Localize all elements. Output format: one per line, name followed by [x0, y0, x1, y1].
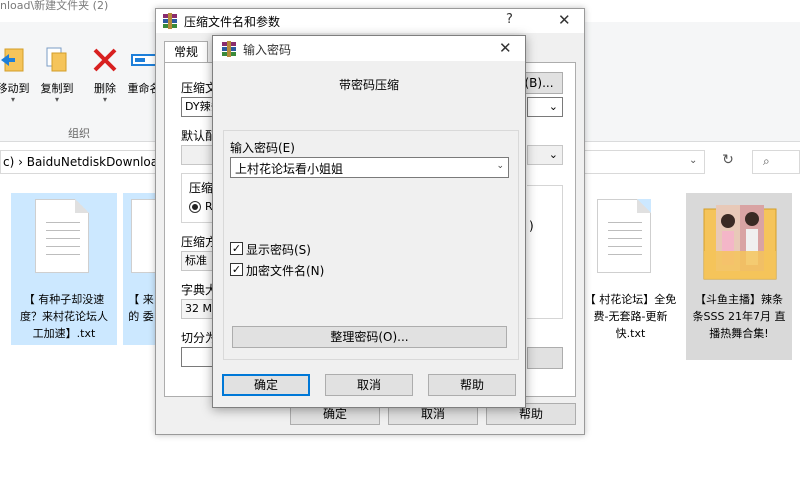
address-path: c) › BaiduNetdiskDownload	[3, 155, 166, 169]
password-value: 上村花论坛看小姐姐	[235, 162, 344, 176]
set-password-button[interactable]	[527, 347, 563, 369]
folder-item[interactable]: 【斗鱼主播】辣条条SSS 21年7月 直播热舞合集!	[686, 193, 792, 360]
chevron-down-icon: ▾	[10, 95, 15, 104]
options-group	[527, 185, 563, 319]
organize-passwords-button[interactable]: 整理密码(O)...	[232, 326, 507, 348]
chevron-down-icon: ▾	[54, 95, 59, 104]
dialog-title: 输入密码	[243, 43, 292, 57]
refresh-icon[interactable]: ↻	[716, 152, 740, 174]
ok-button[interactable]: 确定	[222, 374, 310, 396]
chevron-down-icon: ⌄	[548, 148, 558, 161]
help-button[interactable]: 帮助	[428, 374, 516, 396]
delete-button[interactable]: 删除 ▾	[82, 46, 128, 104]
chevron-down-icon: ▾	[102, 95, 107, 104]
copy-to-button[interactable]: 复制到 ▾	[34, 46, 80, 104]
text-file-icon	[597, 199, 651, 273]
password-input[interactable]: 上村花论坛看小姐姐 ⌄	[230, 157, 509, 178]
chevron-down-icon[interactable]: ⌄	[496, 161, 504, 171]
winrar-icon	[221, 41, 237, 57]
profile-dropdown[interactable]: ⌄	[527, 145, 563, 165]
ribbon-group-organize: 组织	[68, 127, 90, 140]
move-to-button[interactable]: 移动到 ▾	[0, 46, 36, 104]
explorer-window-title: nload\新建文件夹 (2)	[0, 0, 109, 12]
dialog-titlebar: 输入密码 ✕	[213, 36, 525, 61]
folder-icon	[702, 201, 778, 284]
password-label: 输入密码(E)	[230, 141, 295, 155]
text-file-icon	[131, 199, 155, 273]
file-item[interactable]: 【 村花论坛】全免费-无套路-更新快.txt	[583, 193, 678, 345]
chevron-down-icon[interactable]: ⌄	[689, 155, 697, 166]
format-radio[interactable]	[189, 201, 201, 213]
dialog-title: 压缩文件名和参数	[184, 15, 281, 29]
folder-name: 【斗鱼主播】辣条条SSS 21年7月 直播热舞合集!	[692, 293, 786, 340]
rename-icon	[130, 46, 158, 74]
chevron-down-icon: ⌄	[548, 100, 558, 113]
format-label: 压缩	[189, 181, 214, 195]
enter-password-dialog: 输入密码 ✕ 带密码压缩 输入密码(E) 上村花论坛看小姐姐 ⌄ ✓ 显示密码(…	[212, 35, 526, 408]
file-name: 【 有种子却没速度？来村花论坛人工加速】.txt	[20, 293, 108, 340]
delete-icon	[91, 46, 119, 74]
winrar-icon	[162, 13, 178, 29]
text-file-icon	[35, 199, 89, 273]
move-to-icon	[0, 46, 27, 74]
checkbox-checked-icon: ✓	[230, 242, 243, 255]
file-item[interactable]: 【 来 的 委	[123, 193, 155, 345]
file-name: 【 来 的 委	[128, 293, 154, 323]
option-fragment: )	[529, 219, 534, 233]
close-icon[interactable]: ✕	[558, 11, 571, 29]
checkbox-checked-icon: ✓	[230, 263, 243, 276]
search-icon: ⌕	[763, 154, 770, 168]
dialog-heading: 带密码压缩	[338, 78, 399, 92]
help-icon[interactable]: ?	[506, 12, 513, 27]
copy-to-icon	[43, 46, 71, 74]
archive-name-dropdown[interactable]: ⌄	[527, 97, 563, 117]
file-item[interactable]: 【 有种子却没速度？来村花论坛人工加速】.txt	[11, 193, 117, 345]
search-input[interactable]: ⌕	[752, 150, 800, 174]
tab-general[interactable]: 常规	[164, 41, 208, 63]
file-name: 【 村花论坛】全免费-无套路-更新快.txt	[584, 293, 677, 340]
cancel-button[interactable]: 取消	[325, 374, 413, 396]
dialog-titlebar: 压缩文件名和参数 ? ✕	[156, 9, 584, 33]
close-icon[interactable]: ✕	[499, 39, 512, 57]
